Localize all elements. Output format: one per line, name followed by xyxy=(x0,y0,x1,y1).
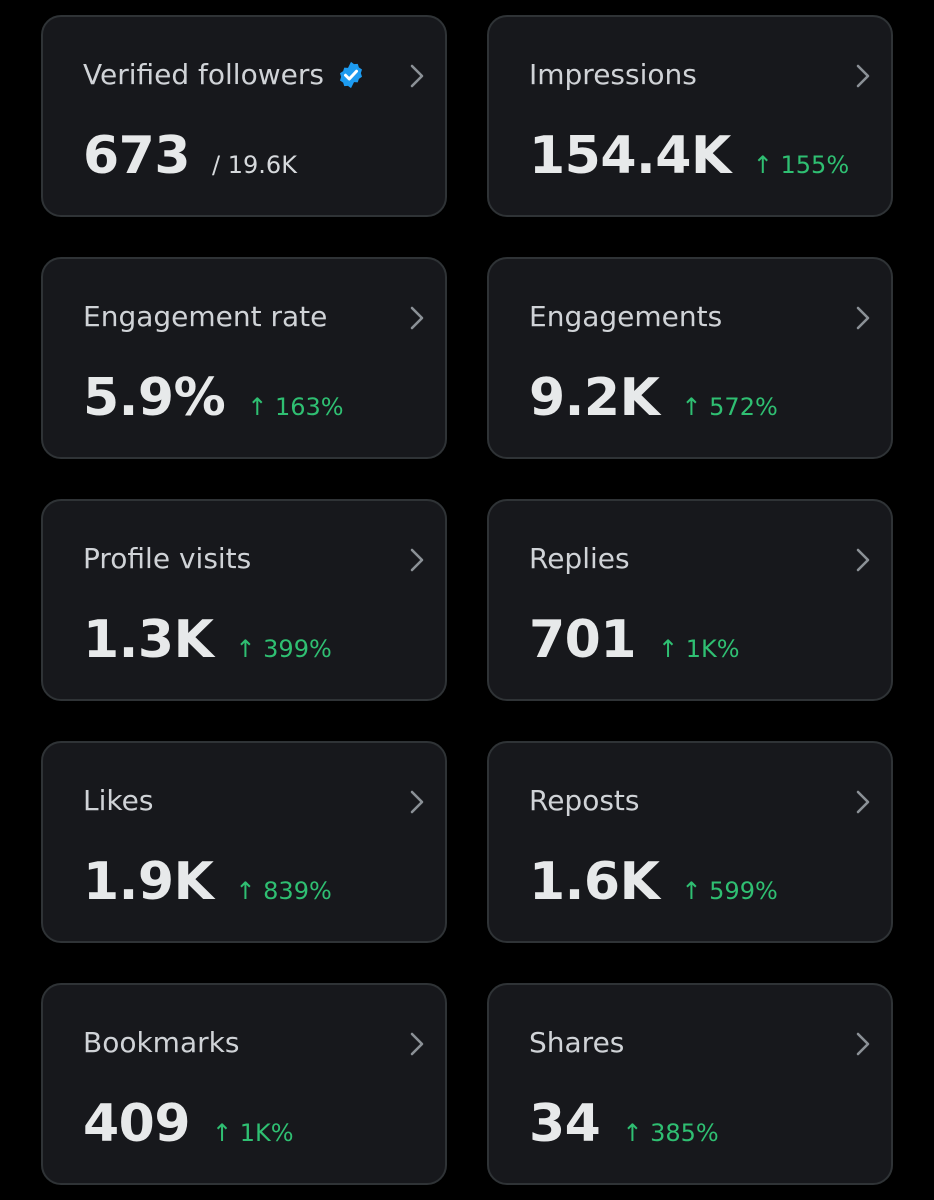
metric-value: 701 xyxy=(529,610,637,670)
metric-label-row: Replies xyxy=(529,539,630,579)
metric-value-row: 5.9% ↑ 163% xyxy=(83,363,344,433)
metric-change: ↑ 163% xyxy=(247,393,344,421)
metric-label: Impressions xyxy=(529,58,697,91)
chevron-right-icon xyxy=(853,303,873,333)
metric-label: Profile visits xyxy=(83,542,252,575)
metric-total: / 19.6K xyxy=(212,151,297,179)
metrics-grid: Verified followers 673 / 19.6K Impressio… xyxy=(41,15,893,1185)
metric-value: 673 xyxy=(83,126,191,186)
metric-label-row: Reposts xyxy=(529,781,639,821)
metric-label: Replies xyxy=(529,542,630,575)
metric-value-row: 9.2K ↑ 572% xyxy=(529,363,778,433)
metric-card-engagement-rate[interactable]: Engagement rate 5.9% ↑ 163% xyxy=(41,257,447,459)
chevron-right-icon xyxy=(853,787,873,817)
metric-card-reposts[interactable]: Reposts 1.6K ↑ 599% xyxy=(487,741,893,943)
metric-label: Bookmarks xyxy=(83,1026,240,1059)
chevron-right-icon xyxy=(407,61,427,91)
metric-change: ↑ 1K% xyxy=(658,635,740,663)
metric-change: ↑ 839% xyxy=(235,877,332,905)
metric-card-profile-visits[interactable]: Profile visits 1.3K ↑ 399% xyxy=(41,499,447,701)
metric-card-engagements[interactable]: Engagements 9.2K ↑ 572% xyxy=(487,257,893,459)
metric-value: 1.6K xyxy=(529,852,660,912)
metric-label: Engagement rate xyxy=(83,300,328,333)
metric-value-row: 34 ↑ 385% xyxy=(529,1089,719,1159)
metric-label-row: Engagement rate xyxy=(83,297,327,337)
metric-label-row: Impressions xyxy=(529,55,697,95)
chevron-right-icon xyxy=(407,787,427,817)
metric-value-row: 1.6K ↑ 599% xyxy=(529,847,778,917)
metric-change: ↑ 572% xyxy=(681,393,778,421)
metric-label-row: Likes xyxy=(83,781,153,821)
metric-label: Engagements xyxy=(529,300,723,333)
chevron-right-icon xyxy=(407,303,427,333)
metric-card-impressions[interactable]: Impressions 154.4K ↑ 155% xyxy=(487,15,893,217)
metric-label: Shares xyxy=(529,1026,625,1059)
metric-change: ↑ 599% xyxy=(681,877,778,905)
metric-label: Likes xyxy=(83,784,154,817)
metric-value-row: 409 ↑ 1K% xyxy=(83,1089,294,1159)
metric-value: 5.9% xyxy=(83,368,226,428)
metric-change: ↑ 1K% xyxy=(212,1119,294,1147)
metric-card-replies[interactable]: Replies 701 ↑ 1K% xyxy=(487,499,893,701)
metric-card-bookmarks[interactable]: Bookmarks 409 ↑ 1K% xyxy=(41,983,447,1185)
metric-value-row: 154.4K ↑ 155% xyxy=(529,121,849,191)
metric-value: 409 xyxy=(83,1094,191,1154)
metric-value-row: 673 / 19.6K xyxy=(83,121,297,191)
metric-card-likes[interactable]: Likes 1.9K ↑ 839% xyxy=(41,741,447,943)
metric-label-row: Bookmarks xyxy=(83,1023,239,1063)
metric-change: ↑ 155% xyxy=(752,151,850,179)
metric-card-verified-followers[interactable]: Verified followers 673 / 19.6K xyxy=(41,15,447,217)
metric-value: 154.4K xyxy=(529,126,731,186)
metric-label-row: Shares xyxy=(529,1023,624,1063)
metric-value-row: 1.3K ↑ 399% xyxy=(83,605,332,675)
metric-change: ↑ 385% xyxy=(622,1119,719,1147)
metric-value-row: 1.9K ↑ 839% xyxy=(83,847,332,917)
verified-badge-icon xyxy=(336,60,366,90)
metric-value-row: 701 ↑ 1K% xyxy=(529,605,740,675)
metric-value: 1.3K xyxy=(83,610,214,670)
metric-value: 1.9K xyxy=(83,852,214,912)
chevron-right-icon xyxy=(407,545,427,575)
metric-card-shares[interactable]: Shares 34 ↑ 385% xyxy=(487,983,893,1185)
metric-label: Verified followers xyxy=(83,58,324,91)
chevron-right-icon xyxy=(853,545,873,575)
chevron-right-icon xyxy=(853,61,873,91)
chevron-right-icon xyxy=(853,1029,873,1059)
metric-value: 9.2K xyxy=(529,368,660,428)
metric-label-row: Engagements xyxy=(529,297,722,337)
metric-change: ↑ 399% xyxy=(235,635,332,663)
metric-value: 34 xyxy=(529,1094,601,1154)
chevron-right-icon xyxy=(407,1029,427,1059)
metric-label-row: Verified followers xyxy=(83,55,366,95)
metric-label: Reposts xyxy=(529,784,640,817)
metric-label-row: Profile visits xyxy=(83,539,251,579)
